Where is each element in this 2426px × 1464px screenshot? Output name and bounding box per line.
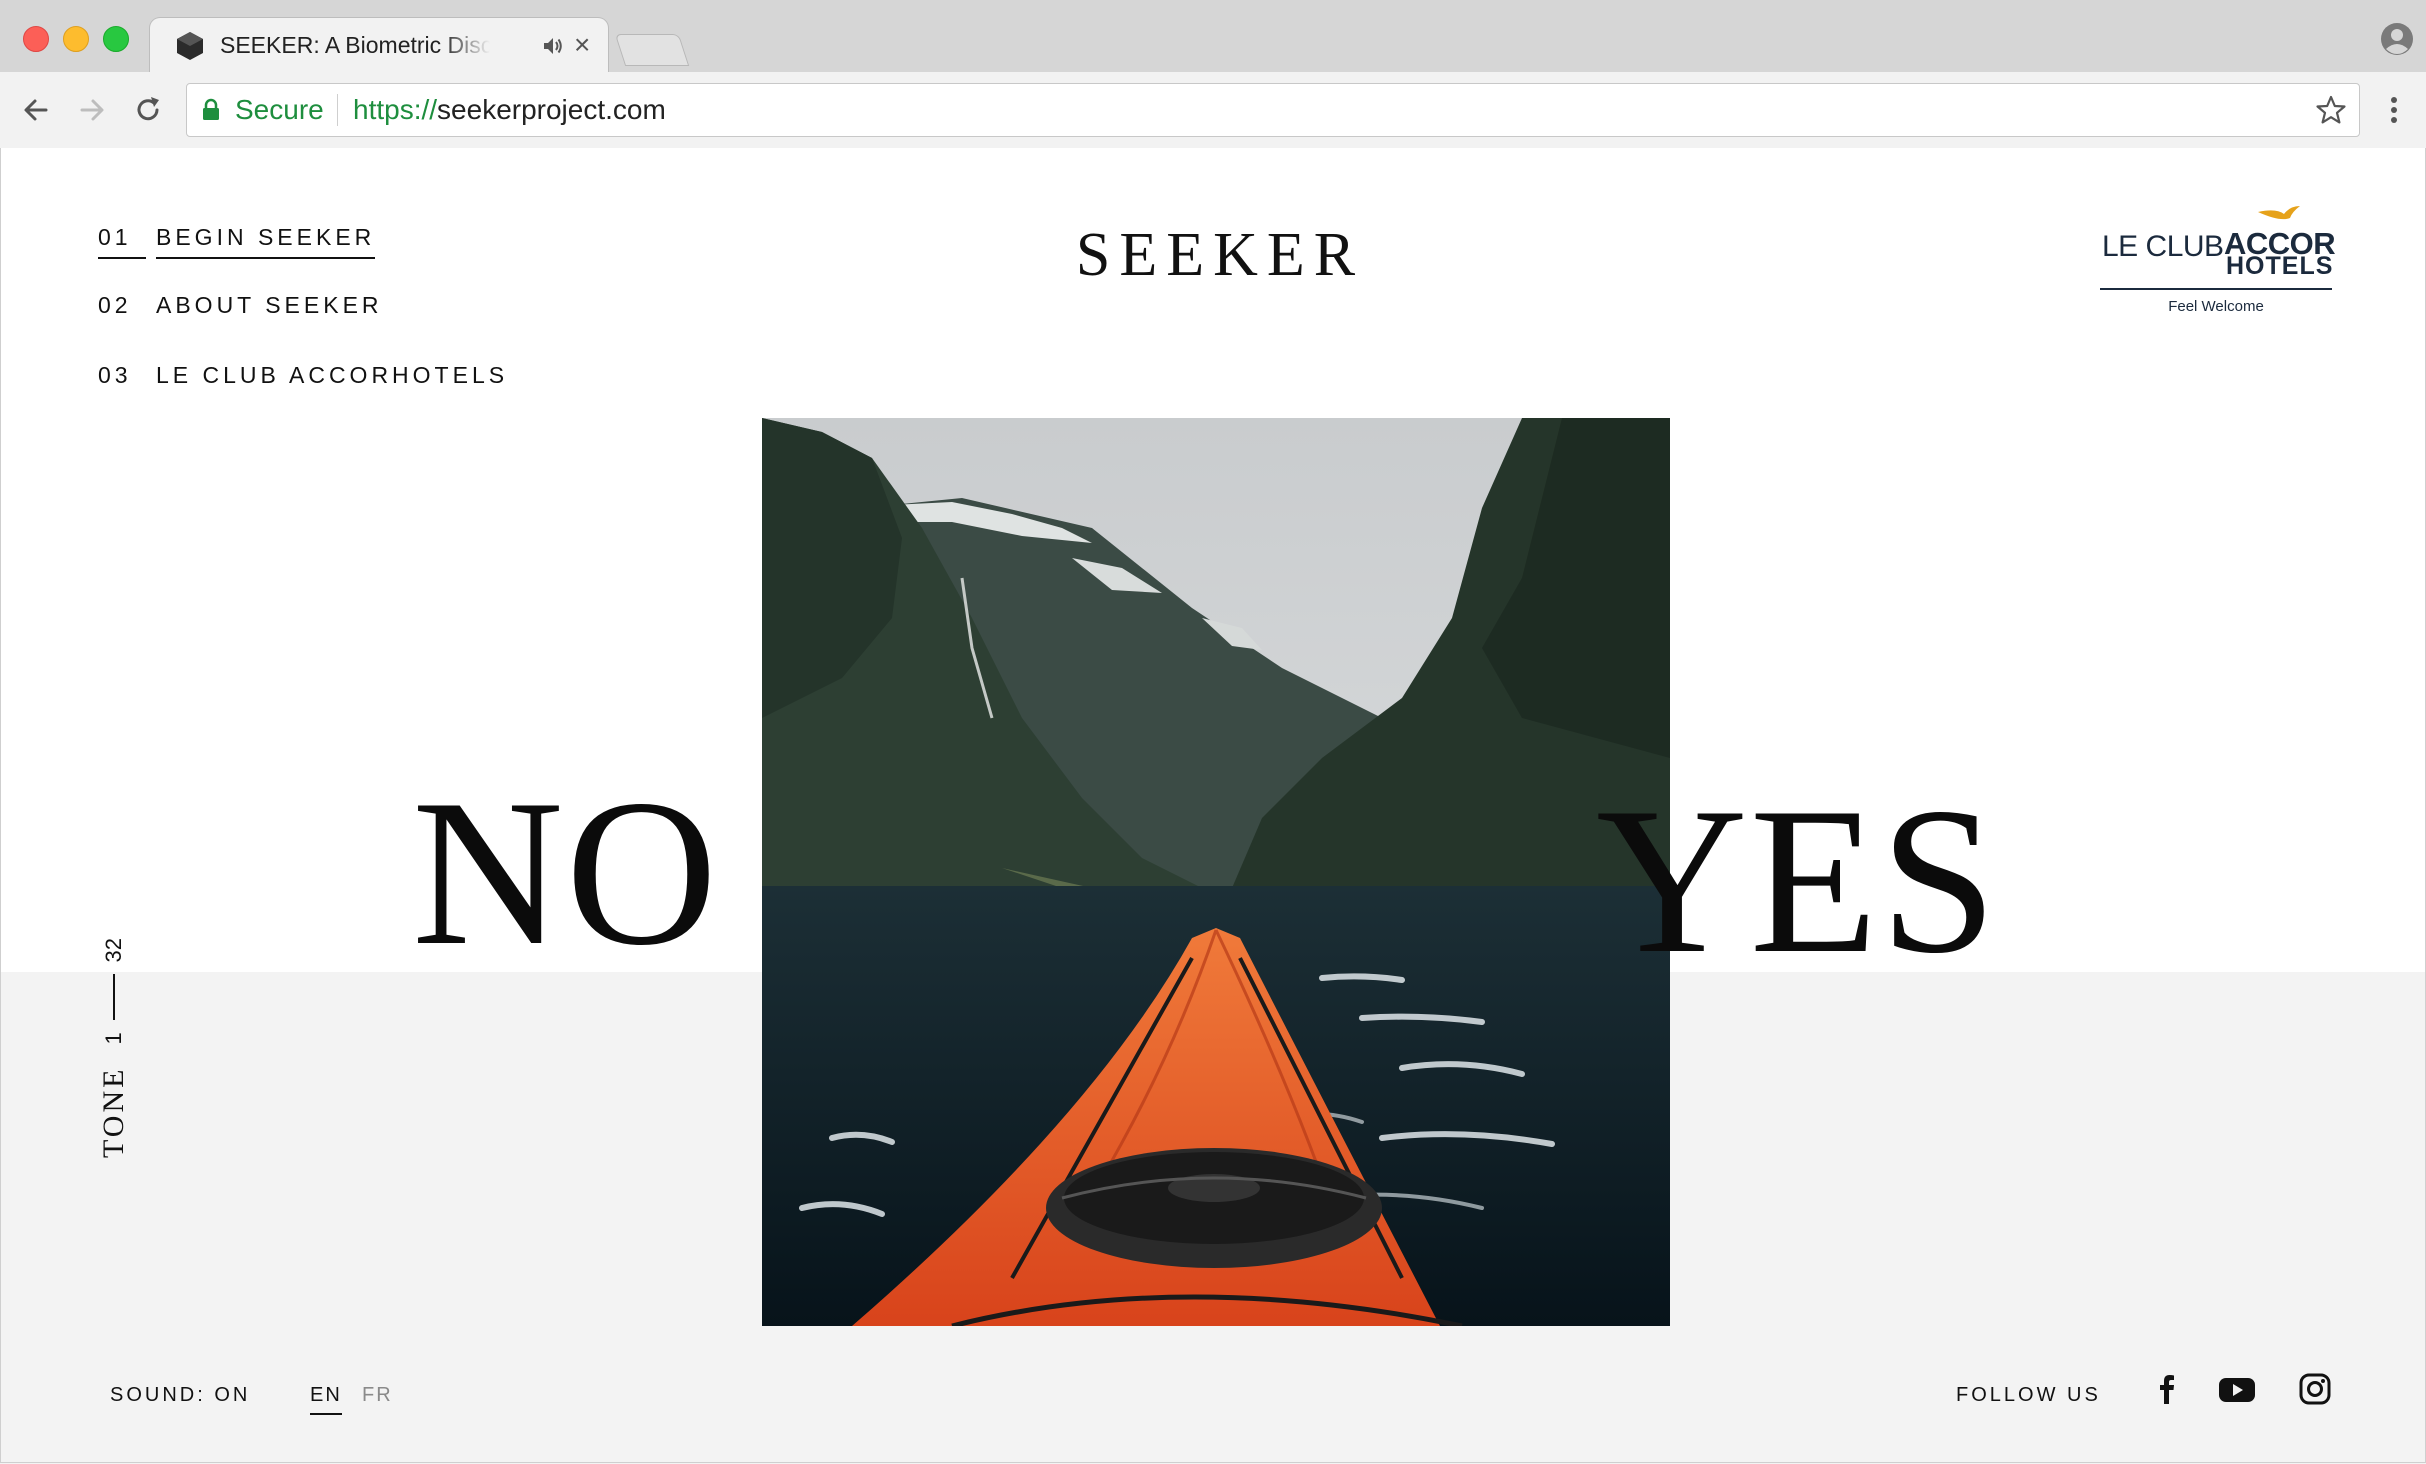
url-scheme: https:// bbox=[353, 94, 438, 125]
window-minimize-button[interactable] bbox=[63, 26, 89, 52]
language-en[interactable]: EN bbox=[310, 1384, 342, 1415]
seeker-favicon-icon bbox=[177, 32, 203, 60]
reload-icon[interactable] bbox=[130, 92, 166, 128]
window-maximize-button[interactable] bbox=[103, 26, 129, 52]
nav-label: LE CLUB ACCORHOTELS bbox=[156, 362, 509, 388]
browser-chrome: SEEKER: A Biometric Discovery × bbox=[0, 0, 2426, 149]
kayak-fjord-photo bbox=[762, 418, 1670, 1326]
instagram-icon[interactable] bbox=[2298, 1372, 2332, 1406]
follow-us-label: FOLLOW US bbox=[1956, 1384, 2101, 1406]
youtube-icon[interactable] bbox=[2218, 1372, 2256, 1406]
tone-divider bbox=[113, 974, 115, 1021]
bookmark-star-icon[interactable] bbox=[2315, 94, 2347, 126]
nav-about-seeker[interactable]: 02 ABOUT SEEKER bbox=[98, 292, 383, 328]
site-logo-seeker[interactable]: SEEKER bbox=[1070, 220, 1370, 291]
logo-divider bbox=[2100, 288, 2332, 290]
nav-number: 02 bbox=[98, 292, 132, 318]
url-text[interactable]: https://seekerproject.com bbox=[353, 94, 666, 126]
tone-label: TONE bbox=[97, 1066, 130, 1158]
tab-title: SEEKER: A Biometric Discovery bbox=[220, 32, 490, 58]
new-tab-button[interactable] bbox=[614, 34, 690, 66]
accor-bird-icon bbox=[2258, 206, 2300, 220]
tab-close-icon[interactable]: × bbox=[574, 28, 590, 62]
nav-number: 01 bbox=[98, 224, 146, 259]
nav-number: 03 bbox=[98, 362, 132, 388]
omnibox-divider bbox=[337, 94, 338, 126]
profile-avatar-icon[interactable] bbox=[2380, 22, 2414, 56]
browser-toolbar: Secure https://seekerproject.com bbox=[0, 72, 2426, 149]
tone-total: 32 bbox=[101, 938, 126, 963]
browser-menu-icon[interactable] bbox=[2384, 92, 2404, 128]
tone-current: 1 bbox=[101, 1032, 126, 1045]
back-arrow-icon[interactable] bbox=[18, 92, 54, 128]
tab-strip: SEEKER: A Biometric Discovery × bbox=[0, 0, 2426, 72]
audio-playing-icon[interactable] bbox=[542, 35, 564, 57]
answer-yes-button[interactable]: YES bbox=[1596, 776, 1999, 986]
page-viewport: 01 BEGIN SEEKER 02 ABOUT SEEKER 03 LE CLUB … bbox=[0, 148, 2426, 1464]
sound-toggle[interactable]: SOUND: ON bbox=[110, 1384, 250, 1407]
window-close-button[interactable] bbox=[23, 26, 49, 52]
nav-le-club-accorhotels[interactable]: 03 LE CLUB ACCORHOTELS bbox=[98, 362, 508, 398]
address-bar[interactable]: Secure https://seekerproject.com bbox=[186, 83, 2360, 137]
secure-label: Secure bbox=[235, 94, 324, 125]
url-host: seekerproject.com bbox=[437, 94, 666, 125]
answer-no-button[interactable]: NO bbox=[412, 768, 719, 978]
language-fr[interactable]: FR bbox=[362, 1384, 393, 1407]
nav-label: ABOUT SEEKER bbox=[156, 292, 383, 318]
browser-tab-active[interactable]: SEEKER: A Biometric Discovery × bbox=[150, 18, 608, 72]
forward-arrow-icon[interactable] bbox=[74, 92, 110, 128]
accorhotels-logo[interactable]: LE CLUB ACCOR HOTELS Feel Welcome bbox=[2100, 202, 2336, 318]
nav-begin-seeker[interactable]: 01 BEGIN SEEKER bbox=[98, 224, 376, 260]
logo-tagline: Feel Welcome bbox=[2168, 298, 2264, 315]
nav-label: BEGIN SEEKER bbox=[156, 224, 376, 259]
lock-icon bbox=[203, 98, 219, 120]
logo-le-club-text: LE CLUB bbox=[2102, 230, 2224, 263]
tone-progress-counter: TONE 1 32 bbox=[94, 938, 134, 1158]
logo-hotels-text: HOTELS bbox=[2226, 252, 2334, 280]
facebook-icon[interactable] bbox=[2150, 1372, 2184, 1406]
